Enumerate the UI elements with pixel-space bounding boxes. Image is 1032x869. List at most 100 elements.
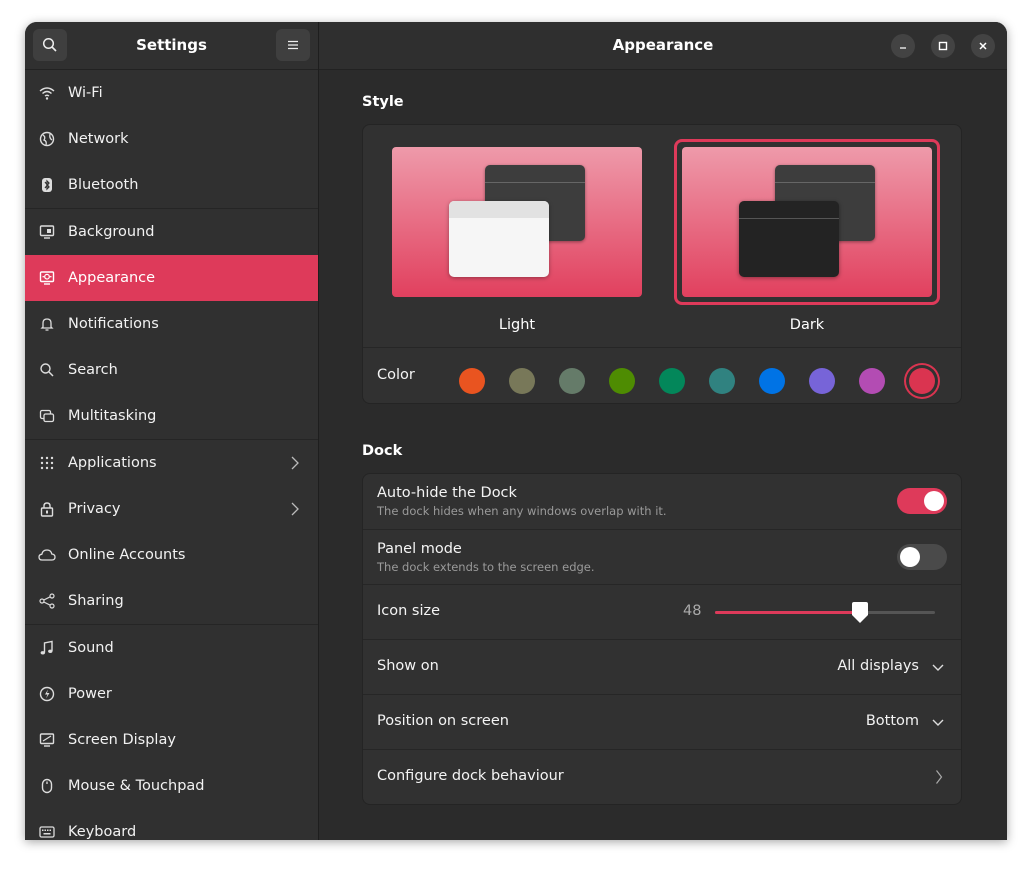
show-on-value[interactable]: All displays xyxy=(837,658,919,674)
show-on-title: Show on xyxy=(377,658,439,674)
maximize-icon xyxy=(938,41,948,51)
panel-mode-toggle[interactable] xyxy=(897,544,947,570)
sidebar-item-label: Background xyxy=(68,224,155,240)
minimize-icon xyxy=(900,47,906,49)
color-swatch[interactable] xyxy=(759,368,785,394)
header-bar: Appearance xyxy=(319,22,1007,70)
color-label: Color xyxy=(377,367,415,383)
sidebar-item-sharing[interactable]: Sharing xyxy=(25,578,318,625)
globe-icon xyxy=(38,130,56,148)
toggle-knob xyxy=(900,547,920,567)
icon-size-title: Icon size xyxy=(377,603,441,619)
lock-icon xyxy=(38,500,56,518)
position-row[interactable]: Position on screen Bottom xyxy=(363,694,961,750)
chevron-down-icon xyxy=(932,664,944,671)
autohide-title: Auto-hide the Dock xyxy=(377,485,517,501)
sidebar-item-label: Sharing xyxy=(68,593,124,609)
style-option-dark[interactable] xyxy=(682,147,932,297)
sidebar-item-screen-display[interactable]: Screen Display xyxy=(25,717,318,763)
sidebar-item-multitasking[interactable]: Multitasking xyxy=(25,393,318,440)
sidebar-item-label: Notifications xyxy=(68,316,159,332)
bell-icon xyxy=(38,315,56,333)
sidebar-item-label: Appearance xyxy=(68,270,156,286)
multitasking-icon xyxy=(38,407,56,425)
color-swatch[interactable] xyxy=(809,368,835,394)
search-icon xyxy=(38,361,56,379)
sidebar-item-background[interactable]: Background xyxy=(25,209,318,255)
icon-size-slider[interactable] xyxy=(715,602,935,623)
color-swatch[interactable] xyxy=(609,368,635,394)
sidebar-item-label: Mouse & Touchpad xyxy=(68,778,205,794)
chevron-right-icon xyxy=(290,501,300,521)
toggle-knob xyxy=(924,491,944,511)
sidebar-item-privacy[interactable]: Privacy xyxy=(25,486,318,532)
sidebar-item-applications[interactable]: Applications xyxy=(25,440,318,486)
show-on-row[interactable]: Show on All displays xyxy=(363,639,961,695)
panel-mode-subtitle: The dock extends to the screen edge. xyxy=(377,560,595,574)
sidebar-item-search[interactable]: Search xyxy=(25,347,318,393)
style-section-title: Style xyxy=(362,94,404,110)
close-button[interactable] xyxy=(971,34,995,58)
panel-mode-title: Panel mode xyxy=(377,541,462,557)
configure-dock-title: Configure dock behaviour xyxy=(377,768,564,784)
position-value[interactable]: Bottom xyxy=(866,713,919,729)
position-title: Position on screen xyxy=(377,713,509,729)
dock-section-title: Dock xyxy=(362,443,403,459)
sidebar-header: Settings xyxy=(25,22,318,70)
configure-dock-row[interactable]: Configure dock behaviour xyxy=(363,749,961,805)
display-icon xyxy=(38,731,56,749)
color-swatch[interactable] xyxy=(859,368,885,394)
sidebar-item-label: Power xyxy=(68,686,112,702)
sidebar-item-power[interactable]: Power xyxy=(25,671,318,717)
panel-mode-row: Panel mode The dock extends to the scree… xyxy=(363,529,961,585)
dock-card: Auto-hide the Dock The dock hides when a… xyxy=(362,473,962,805)
sidebar-item-label: Bluetooth xyxy=(68,177,139,193)
sidebar-item-online-accounts[interactable]: Online Accounts xyxy=(25,532,318,578)
color-swatch[interactable] xyxy=(509,368,535,394)
mouse-icon xyxy=(38,777,56,795)
sidebar-item-wifi[interactable]: Wi-Fi xyxy=(25,70,318,116)
sidebar-item-network[interactable]: Network xyxy=(25,116,318,162)
search-button[interactable] xyxy=(33,29,67,61)
color-swatch[interactable] xyxy=(659,368,685,394)
sidebar-item-label: Online Accounts xyxy=(68,547,186,563)
hamburger-icon xyxy=(288,40,298,50)
search-icon xyxy=(42,37,57,52)
chevron-right-icon xyxy=(290,455,300,475)
style-option-light[interactable] xyxy=(392,147,642,297)
sidebar-item-bluetooth[interactable]: Bluetooth xyxy=(25,162,318,209)
maximize-button[interactable] xyxy=(931,34,955,58)
sidebar-item-notifications[interactable]: Notifications xyxy=(25,301,318,347)
sidebar-item-sound[interactable]: Sound xyxy=(25,625,318,671)
preview-window-front xyxy=(739,201,839,277)
color-swatch[interactable] xyxy=(459,368,485,394)
music-note-icon xyxy=(38,639,56,657)
color-swatch[interactable] xyxy=(909,368,935,394)
sidebar-item-keyboard[interactable]: Keyboard xyxy=(25,809,318,840)
sidebar-item-label: Search xyxy=(68,362,118,378)
sidebar: Settings Wi-Fi Network Bluetooth Backgro… xyxy=(25,22,319,840)
bluetooth-icon xyxy=(38,176,56,194)
sidebar-item-appearance[interactable]: Appearance xyxy=(25,255,318,301)
chevron-right-icon xyxy=(936,770,943,784)
autohide-toggle[interactable] xyxy=(897,488,947,514)
slider-fill xyxy=(715,611,861,614)
style-option-label: Light xyxy=(498,317,536,333)
sidebar-title: Settings xyxy=(136,36,207,54)
sidebar-item-label: Screen Display xyxy=(68,732,176,748)
sidebar-item-mouse-touchpad[interactable]: Mouse & Touchpad xyxy=(25,763,318,809)
sidebar-item-label: Sound xyxy=(68,640,114,656)
style-option-label: Dark xyxy=(789,317,825,333)
share-icon xyxy=(38,592,56,610)
slider-handle[interactable] xyxy=(850,601,870,625)
settings-window: Settings Wi-Fi Network Bluetooth Backgro… xyxy=(25,22,1007,840)
menu-button[interactable] xyxy=(276,29,310,61)
color-swatch[interactable] xyxy=(559,368,585,394)
autohide-row: Auto-hide the Dock The dock hides when a… xyxy=(363,474,961,529)
sidebar-item-label: Applications xyxy=(68,455,157,471)
minimize-button[interactable] xyxy=(891,34,915,58)
color-row: Color xyxy=(363,347,961,404)
sidebar-item-label: Multitasking xyxy=(68,408,157,424)
main-panel: Appearance Style Light Dark Color Dock A… xyxy=(319,22,1007,840)
color-swatch[interactable] xyxy=(709,368,735,394)
